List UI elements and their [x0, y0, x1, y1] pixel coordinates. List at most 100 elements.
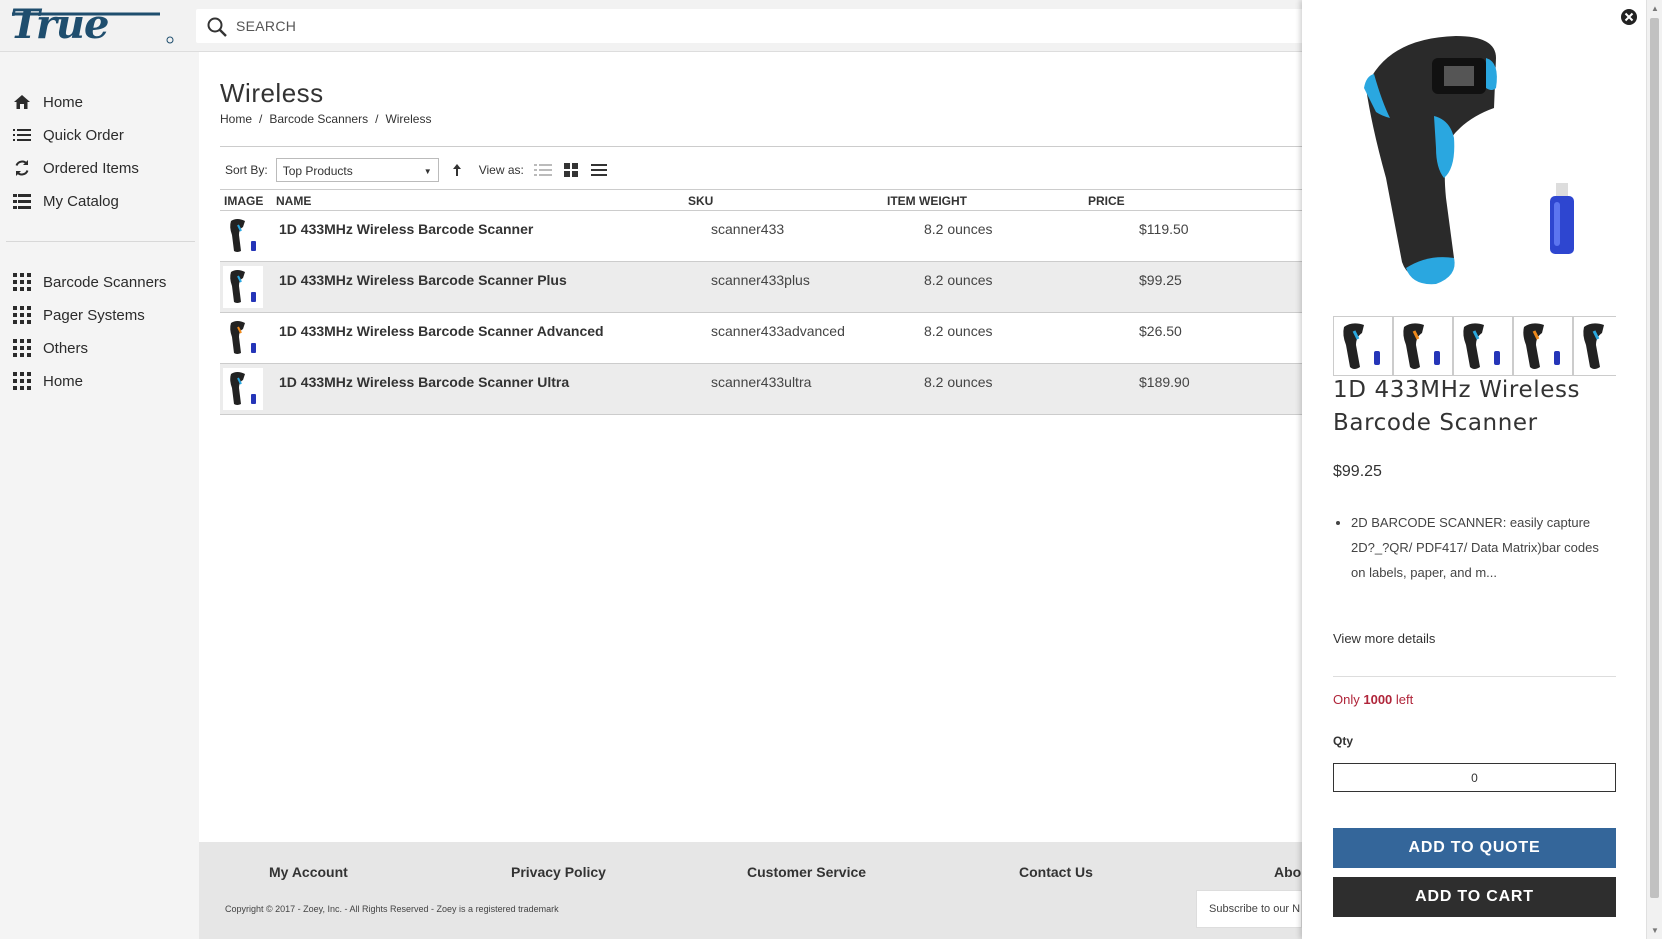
qty-input[interactable] — [1333, 763, 1616, 792]
column-header-price[interactable]: PRICE — [1088, 194, 1125, 208]
product-thumbnail[interactable] — [223, 368, 263, 410]
footer-link-customer-service[interactable]: Customer Service — [747, 864, 866, 880]
search-input[interactable]: SEARCH — [236, 18, 296, 34]
product-main-image[interactable] — [1346, 18, 1586, 298]
product-description: 2D BARCODE SCANNER: easily capture 2D?_?… — [1351, 510, 1611, 585]
product-sku: scanner433 — [711, 221, 785, 237]
product-name-link[interactable]: 1D 433MHz Wireless Barcode Scanner Advan… — [279, 323, 604, 339]
scroll-down-arrow-icon[interactable]: ▼ — [1651, 926, 1659, 935]
view-as-label: View as: — [478, 163, 524, 177]
product-table: IMAGE NAME SKU ITEM WEIGHT PRICE 1D 433M… — [220, 189, 1302, 415]
list-icon — [12, 125, 32, 145]
product-sku: scanner433plus — [711, 272, 810, 288]
view-grid-icon[interactable] — [562, 162, 580, 178]
product-name-link[interactable]: 1D 433MHz Wireless Barcode Scanner Ultra — [279, 374, 569, 390]
grid-icon — [12, 305, 32, 325]
product-thumbnail[interactable] — [223, 266, 263, 308]
qty-label: Qty — [1333, 734, 1354, 748]
sidebar-item-my-catalog[interactable]: My Catalog — [12, 189, 119, 213]
gallery-thumbnail[interactable] — [1453, 316, 1513, 376]
sidebar-item-quick-order[interactable]: Quick Order — [12, 123, 124, 147]
quick-view-panel: 1D 433MHz Wireless Barcode Scanner $99.2… — [1302, 0, 1646, 939]
sort-direction-up-icon[interactable] — [451, 162, 463, 178]
sidebar-item-pager-systems[interactable]: Pager Systems — [12, 303, 145, 327]
column-header-sku[interactable]: SKU — [688, 194, 713, 208]
stock-status: Only 1000 left — [1333, 692, 1413, 707]
column-header-image: IMAGE — [224, 194, 264, 208]
view-more-details-link[interactable]: View more details — [1333, 631, 1435, 646]
footer-link-contact-us[interactable]: Contact Us — [1019, 864, 1093, 880]
sidebar-item-ordered-items[interactable]: Ordered Items — [12, 156, 139, 180]
scrollbar-thumb[interactable] — [1650, 18, 1659, 898]
chevron-down-icon: ▼ — [423, 167, 432, 176]
sidebar-item-label: Quick Order — [43, 126, 124, 144]
product-thumbnail-carousel — [1333, 316, 1616, 378]
gallery-thumbnail[interactable] — [1393, 316, 1453, 376]
refresh-icon — [12, 158, 32, 178]
sort-select-value: Top Products — [282, 164, 353, 178]
breadcrumb-link-barcode-scanners[interactable]: Barcode Scanners — [269, 112, 368, 126]
sidebar-item-barcode-scanners[interactable]: Barcode Scanners — [12, 270, 166, 294]
view-list-detailed-icon[interactable] — [533, 162, 552, 178]
product-price: $99.25 — [1139, 272, 1182, 288]
table-row[interactable]: 1D 433MHz Wireless Barcode Scanner Plus … — [220, 262, 1302, 313]
page-scrollbar[interactable]: ▲ ▼ — [1646, 0, 1662, 939]
sidebar-item-others[interactable]: Others — [12, 336, 88, 360]
gallery-thumbnail[interactable] — [1573, 316, 1616, 376]
svg-text:True: True — [10, 6, 108, 46]
footer-link-my-account[interactable]: My Account — [269, 864, 348, 880]
scroll-up-arrow-icon[interactable]: ▲ — [1651, 4, 1659, 13]
footer-link-privacy-policy[interactable]: Privacy Policy — [511, 864, 606, 880]
search-icon[interactable] — [206, 16, 228, 38]
table-row[interactable]: 1D 433MHz Wireless Barcode Scanner Advan… — [220, 313, 1302, 364]
product-thumbnail[interactable] — [223, 317, 263, 359]
sidebar-item-label: Others — [43, 339, 89, 357]
product-name-link[interactable]: 1D 433MHz Wireless Barcode Scanner — [279, 221, 533, 237]
sidebar-divider — [6, 241, 195, 242]
footer: My Account Privacy Policy Customer Servi… — [199, 842, 1310, 939]
gallery-thumbnail[interactable] — [1513, 316, 1573, 376]
copyright-text: Copyright © 2017 - Zoey, Inc. - All Righ… — [225, 904, 559, 914]
close-icon[interactable] — [1620, 8, 1638, 26]
search-bar[interactable]: SEARCH — [196, 9, 1336, 43]
description-bullet: 2D BARCODE SCANNER: easily capture 2D?_?… — [1351, 510, 1611, 585]
brand-logo[interactable]: True — [10, 1, 176, 48]
product-thumbnail[interactable] — [223, 215, 263, 257]
product-price: $26.50 — [1139, 323, 1182, 339]
sidebar-item-home-category[interactable]: Home — [12, 369, 83, 393]
main-content: Wireless Home / Barcode Scanners / Wirel… — [199, 52, 1302, 842]
table-row[interactable]: 1D 433MHz Wireless Barcode Scanner scann… — [220, 211, 1302, 262]
page-title: Wireless — [220, 78, 324, 108]
table-row[interactable]: 1D 433MHz Wireless Barcode Scanner Ultra… — [220, 364, 1302, 415]
sidebar-item-label: My Catalog — [43, 192, 119, 210]
product-name-link[interactable]: 1D 433MHz Wireless Barcode Scanner Plus — [279, 272, 567, 288]
sidebar-item-label: Home — [43, 93, 84, 111]
product-weight: 8.2 ounces — [924, 221, 993, 237]
column-header-item-weight[interactable]: ITEM WEIGHT — [887, 194, 967, 208]
product-price: $189.90 — [1139, 374, 1190, 390]
product-weight: 8.2 ounces — [924, 272, 993, 288]
sidebar-item-label: Home — [43, 372, 84, 390]
list-toolbar: Sort By: Top Products ▼ View as: — [225, 157, 608, 183]
table-header: IMAGE NAME SKU ITEM WEIGHT PRICE — [220, 189, 1302, 211]
title-divider — [220, 146, 1302, 147]
sort-select[interactable]: Top Products ▼ — [275, 158, 439, 182]
sidebar-item-home[interactable]: Home — [12, 90, 83, 114]
breadcrumb-separator: / — [259, 112, 263, 126]
add-to-quote-button[interactable]: ADD TO QUOTE — [1333, 828, 1616, 868]
newsletter-email-input[interactable]: Subscribe to our N — [1196, 890, 1302, 928]
breadcrumb: Home / Barcode Scanners / Wireless — [220, 112, 431, 126]
breadcrumb-separator: / — [375, 112, 379, 126]
stock-count: 1000 — [1363, 692, 1393, 707]
column-header-name[interactable]: NAME — [276, 194, 311, 208]
view-table-icon[interactable] — [590, 162, 608, 178]
grid-icon — [12, 272, 32, 292]
product-title: 1D 433MHz Wireless Barcode Scanner — [1333, 377, 1581, 436]
add-to-cart-button[interactable]: ADD TO CART — [1333, 877, 1616, 917]
product-price: $99.25 — [1333, 463, 1382, 480]
catalog-icon — [12, 191, 32, 211]
breadcrumb-link-home[interactable]: Home — [220, 112, 252, 126]
gallery-thumbnail[interactable] — [1333, 316, 1393, 376]
sidebar-item-label: Pager Systems — [43, 306, 145, 324]
product-sku: scanner433ultra — [711, 374, 812, 390]
